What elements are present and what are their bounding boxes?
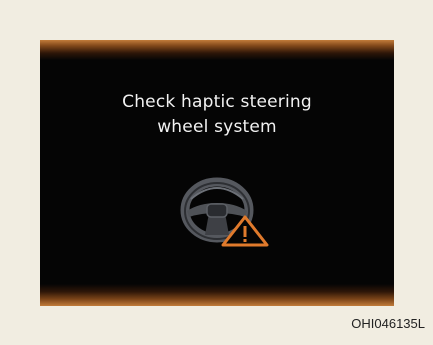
- warning-message-line-2: wheel system: [157, 117, 277, 137]
- bottom-glow-bar: [40, 284, 394, 306]
- warning-message: Check haptic steering wheel system: [40, 90, 394, 140]
- steering-wheel-warning-icon: [180, 177, 269, 247]
- warning-message-line-1: Check haptic steering: [122, 92, 312, 112]
- figure-code: OHI046135L: [351, 316, 425, 331]
- instrument-cluster-display: Check haptic steering wheel system: [40, 40, 394, 306]
- top-glow-bar: [40, 40, 394, 60]
